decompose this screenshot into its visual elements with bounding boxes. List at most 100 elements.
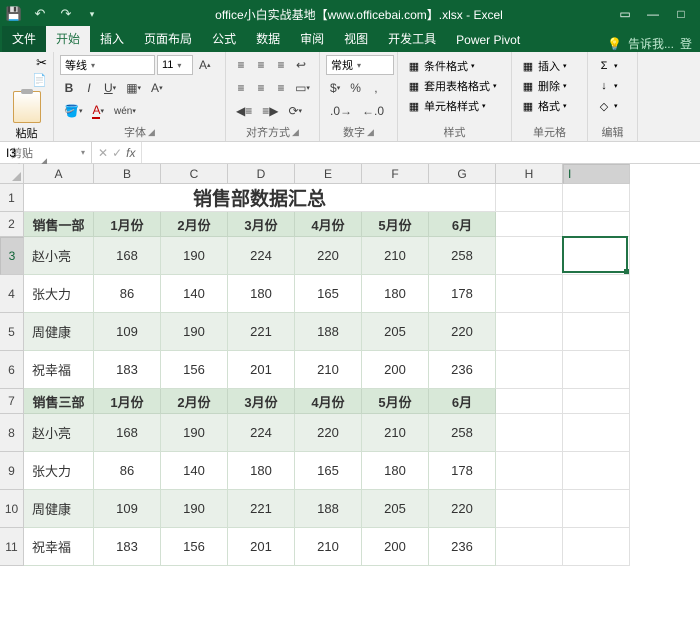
cell[interactable]: 190	[161, 237, 228, 275]
row-header[interactable]: 1	[0, 184, 24, 212]
cell[interactable]: 220	[429, 313, 496, 351]
cell[interactable]: 168	[94, 237, 161, 275]
cell[interactable]: 180	[228, 275, 295, 313]
column-header[interactable]: G	[429, 164, 496, 184]
cell[interactable]: 178	[429, 452, 496, 490]
worksheet-grid[interactable]: ABCDEFGHI 1234567891011 销售部数据汇总销售一部1月份2月…	[0, 164, 700, 624]
cell[interactable]: 190	[161, 414, 228, 452]
font-size-select[interactable]: 11▾	[157, 55, 193, 75]
cell[interactable]: 190	[161, 490, 228, 528]
cell[interactable]: 156	[161, 351, 228, 389]
cell[interactable]: 张大力	[24, 452, 94, 490]
cell[interactable]: 5月份	[362, 389, 429, 414]
cell[interactable]: 祝幸福	[24, 528, 94, 566]
row-header[interactable]: 10	[0, 490, 24, 528]
conditional-format-button[interactable]: ▦条件格式▾	[404, 57, 505, 75]
row-header[interactable]: 3	[0, 237, 24, 275]
column-header[interactable]: D	[228, 164, 295, 184]
cell[interactable]: 销售部数据汇总	[24, 184, 496, 212]
minimize-icon[interactable]: —	[644, 5, 662, 23]
align-right-icon[interactable]: ≡	[272, 78, 290, 98]
cell[interactable]	[496, 528, 563, 566]
increase-decimal-icon[interactable]: .0→	[326, 101, 356, 121]
cell[interactable]: 210	[362, 237, 429, 275]
cell[interactable]	[563, 389, 630, 414]
row-header[interactable]: 8	[0, 414, 24, 452]
cell[interactable]: 4月份	[295, 389, 362, 414]
cell[interactable]: 销售三部	[24, 389, 94, 414]
phonetic-button[interactable]: wén▾	[110, 101, 140, 121]
tab-7[interactable]: 开发工具	[378, 26, 446, 52]
decrease-indent-icon[interactable]: ◀≡	[232, 101, 256, 121]
cell[interactable]: 258	[429, 237, 496, 275]
cell[interactable]: 2月份	[161, 389, 228, 414]
cell[interactable]	[496, 212, 563, 237]
cell[interactable]: 220	[295, 237, 362, 275]
cell[interactable]: 109	[94, 490, 161, 528]
cell[interactable]: 236	[429, 528, 496, 566]
cell[interactable]: 140	[161, 452, 228, 490]
number-dialog-icon[interactable]: ◢	[367, 127, 374, 138]
row-header[interactable]: 6	[0, 351, 24, 389]
cell[interactable]: 224	[228, 414, 295, 452]
cell[interactable]: 165	[295, 275, 362, 313]
tab-8[interactable]: Power Pivot	[446, 29, 530, 52]
cell[interactable]: 156	[161, 528, 228, 566]
row-header[interactable]: 9	[0, 452, 24, 490]
delete-cells-button[interactable]: ▦删除▾	[518, 77, 581, 95]
cell[interactable]	[496, 351, 563, 389]
redo-icon[interactable]: ↷	[56, 4, 76, 24]
cell[interactable]: 258	[429, 414, 496, 452]
cell[interactable]: 180	[362, 452, 429, 490]
cell[interactable]: 张大力	[24, 275, 94, 313]
copy-icon[interactable]: 📄	[32, 73, 47, 87]
tab-2[interactable]: 页面布局	[134, 26, 202, 52]
align-center-icon[interactable]: ≡	[252, 78, 270, 98]
tab-0[interactable]: 开始	[46, 26, 90, 52]
tell-me[interactable]: 告诉我...	[628, 35, 674, 52]
cell[interactable]	[563, 351, 630, 389]
cell[interactable]: 221	[228, 490, 295, 528]
cell[interactable]: 109	[94, 313, 161, 351]
select-all-corner[interactable]	[0, 164, 24, 184]
cell[interactable]: 210	[295, 351, 362, 389]
cell[interactable]: 165	[295, 452, 362, 490]
cancel-formula-icon[interactable]: ✕	[98, 146, 108, 160]
cell[interactable]	[496, 452, 563, 490]
login-link[interactable]: 登	[680, 35, 692, 52]
cut-icon[interactable]: ✂	[36, 55, 47, 71]
cell[interactable]	[496, 389, 563, 414]
font-name-select[interactable]: 等线▾	[60, 55, 155, 75]
cell[interactable]: 6月	[429, 389, 496, 414]
cell[interactable]: 180	[362, 275, 429, 313]
border-button[interactable]: ▦▾	[122, 78, 145, 98]
format-table-button[interactable]: ▦套用表格格式▾	[404, 77, 505, 95]
cell[interactable]	[563, 313, 630, 351]
enter-formula-icon[interactable]: ✓	[112, 146, 122, 160]
increase-font-icon[interactable]: A▴	[195, 55, 215, 75]
cell[interactable]	[563, 237, 630, 275]
row-header[interactable]: 11	[0, 528, 24, 566]
cell[interactable]: 赵小亮	[24, 237, 94, 275]
insert-cells-button[interactable]: ▦插入▾	[518, 57, 581, 75]
cell[interactable]: 赵小亮	[24, 414, 94, 452]
cell[interactable]: 86	[94, 275, 161, 313]
undo-icon[interactable]: ↶	[30, 4, 50, 24]
cell[interactable]: 6月	[429, 212, 496, 237]
cell[interactable]: 188	[295, 490, 362, 528]
ribbon-options-icon[interactable]: ▭	[616, 5, 634, 23]
font-color-button[interactable]: A▾	[88, 101, 108, 121]
accounting-format-button[interactable]: $▾	[326, 78, 344, 98]
cell[interactable]: 2月份	[161, 212, 228, 237]
underline-button[interactable]: U▾	[100, 78, 120, 98]
cell-styles-button[interactable]: ▦单元格样式▾	[404, 97, 505, 115]
cell[interactable]: 200	[362, 528, 429, 566]
name-box[interactable]: I3▾	[0, 142, 92, 163]
cell[interactable]: 1月份	[94, 389, 161, 414]
cell[interactable]: 5月份	[362, 212, 429, 237]
fx-icon[interactable]: fx	[126, 146, 135, 160]
cell[interactable]	[563, 275, 630, 313]
clear-button[interactable]: ◇▾	[594, 97, 631, 115]
cell[interactable]: 1月份	[94, 212, 161, 237]
cell[interactable]	[496, 414, 563, 452]
